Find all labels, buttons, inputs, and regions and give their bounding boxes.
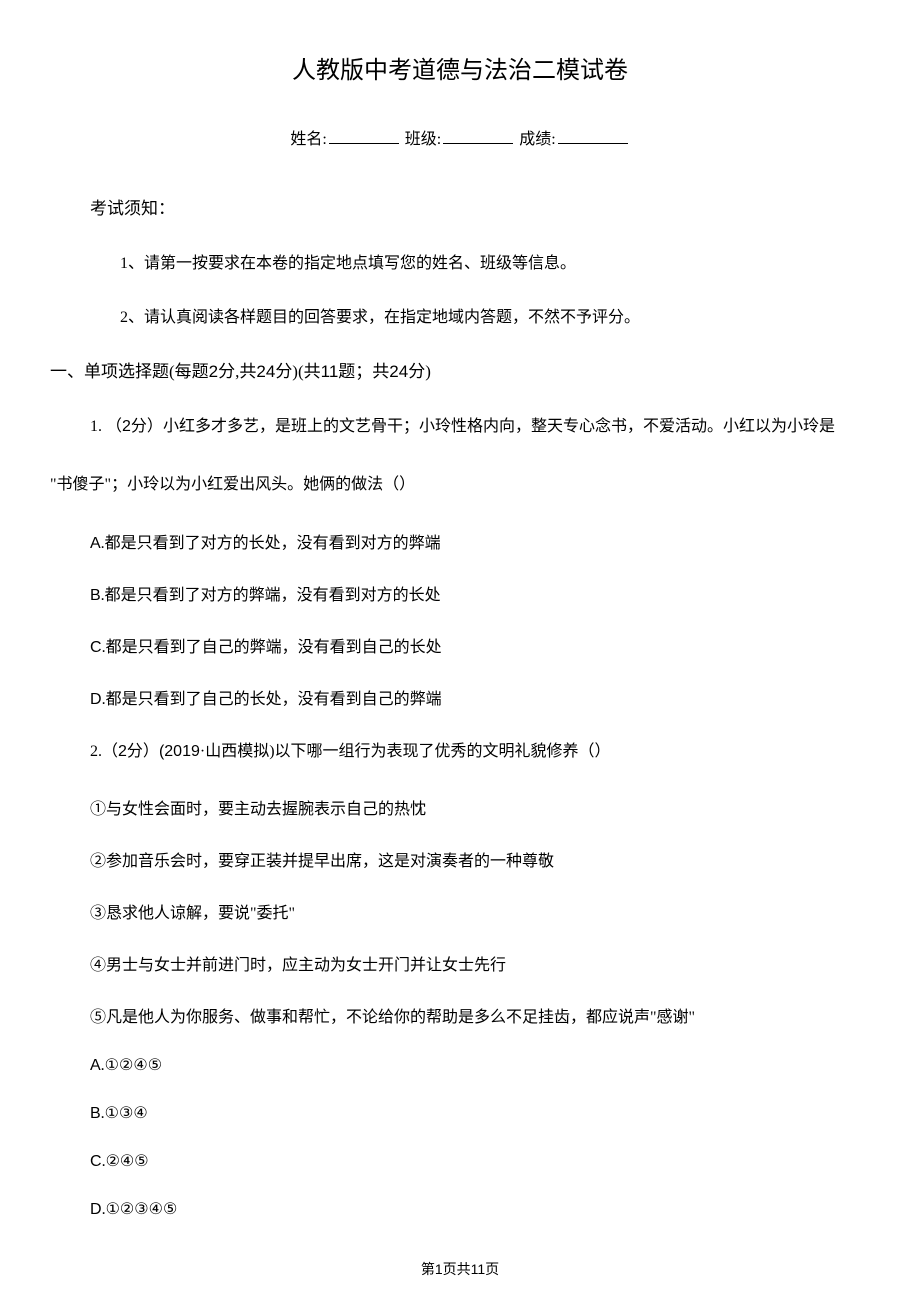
q2-option-d[interactable]: D.①②③④⑤ (90, 1199, 860, 1219)
option-text: .①②③④⑤ (102, 1201, 178, 1218)
section-count: 11 (321, 362, 339, 381)
class-label: 班级: (405, 131, 441, 148)
page-title: 人教版中考道德与法治二模试卷 (60, 50, 860, 85)
q1-option-b[interactable]: B.都是只看到了对方的弊端，没有看到对方的长处 (90, 581, 860, 605)
q1-points: 2 (122, 418, 131, 435)
score-label: 成绩: (519, 131, 555, 148)
q2-option-c[interactable]: C.②④⑤ (90, 1151, 860, 1171)
option-letter: C (90, 1153, 102, 1170)
name-label: 姓名: (290, 131, 326, 148)
student-info-line: 姓名: 班级: 成绩: (60, 125, 860, 149)
q2-statement-2: ②参加音乐会时，要穿正装并提早出席，这是对演奏者的一种尊敬 (90, 847, 860, 871)
score-blank[interactable] (558, 127, 628, 144)
option-letter: B (90, 587, 101, 604)
section-prefix: 一、单项选择题(每题 (50, 362, 209, 381)
footer-current: 1 (435, 1261, 443, 1277)
q2-source-prefix: (2019 (159, 743, 200, 760)
option-letter: A (90, 1057, 101, 1074)
q1-num-suffix: 分） (131, 418, 163, 435)
option-text: .①③④ (101, 1105, 148, 1122)
section-total: 24 (256, 362, 275, 381)
option-text: .②④⑤ (102, 1153, 149, 1170)
class-blank[interactable] (443, 127, 513, 144)
q2-statement-3: ③恳求他人谅解，要说"委托" (90, 899, 860, 923)
q2-text: 以下哪一组行为表现了优秀的文明礼貌修养（） (275, 743, 611, 760)
option-text: .都是只看到了对方的长处，没有看到对方的弊端 (101, 535, 441, 552)
q2-num-prefix: 2.（ (90, 743, 118, 760)
q2-points: 2 (118, 743, 127, 760)
q2-option-b[interactable]: B.①③④ (90, 1103, 860, 1123)
question-1-stem-cont: "书傻子"；小玲以为小红爱出风头。她俩的做法（） (50, 470, 860, 500)
section-mid2: 分)(共 (275, 362, 320, 381)
section-suffix: 分) (408, 362, 431, 381)
name-blank[interactable] (329, 127, 399, 144)
notice-item-1: 1、请第一按要求在本卷的指定地点填写您的姓名、班级等信息。 (120, 249, 860, 273)
q1-num-prefix: 1. （ (90, 418, 122, 435)
q2-num-suffix: 分） (127, 743, 159, 760)
question-1-stem: 1. （2分）小红多才多艺，是班上的文艺骨干；小玲性格内向，整天专心念书，不爱活… (90, 412, 860, 442)
section-mid1: 分,共 (218, 362, 256, 381)
q2-statement-4: ④男士与女士并前进门时，应主动为女士开门并让女士先行 (90, 951, 860, 975)
footer-prefix: 第 (421, 1263, 435, 1278)
option-letter: D (90, 691, 102, 708)
page-footer: 第1页共11页 (60, 1259, 860, 1279)
option-text: .都是只看到了自己的长处，没有看到自己的弊端 (102, 691, 442, 708)
option-letter: B (90, 1105, 101, 1122)
footer-mid: 页共 (443, 1263, 471, 1278)
question-2-stem: 2.（2分）(2019·山西模拟)以下哪一组行为表现了优秀的文明礼貌修养（） (90, 737, 860, 767)
option-text: .都是只看到了自己的弊端，没有看到自己的长处 (102, 639, 442, 656)
footer-total: 11 (471, 1261, 486, 1277)
q2-option-a[interactable]: A.①②④⑤ (90, 1055, 860, 1075)
section-points-per: 2 (209, 362, 218, 381)
q1-option-c[interactable]: C.都是只看到了自己的弊端，没有看到自己的长处 (90, 633, 860, 657)
section-mid3: 题；共 (338, 362, 389, 381)
q1-option-a[interactable]: A.都是只看到了对方的长处，没有看到对方的弊端 (90, 529, 860, 553)
section-header: 一、单项选择题(每题2分,共24分)(共11题；共24分) (50, 357, 860, 382)
footer-suffix: 页 (485, 1263, 499, 1278)
section-total2: 24 (389, 362, 408, 381)
q1-option-d[interactable]: D.都是只看到了自己的长处，没有看到自己的弊端 (90, 685, 860, 709)
notice-item-2: 2、请认真阅读各样题目的回答要求，在指定地域内答题，不然不予评分。 (120, 303, 860, 327)
q2-statement-1: ①与女性会面时，要主动去握腕表示自己的热忱 (90, 795, 860, 819)
option-text: .都是只看到了对方的弊端，没有看到对方的长处 (101, 587, 441, 604)
option-letter: C (90, 639, 102, 656)
notice-header: 考试须知： (90, 194, 860, 219)
q2-source-suffix: ·山西模拟) (200, 743, 275, 760)
document-page: 人教版中考道德与法治二模试卷 姓名: 班级: 成绩: 考试须知： 1、请第一按要… (0, 0, 920, 1309)
q2-statement-5: ⑤凡是他人为你服务、做事和帮忙，不论给你的帮助是多么不足挂齿，都应说声"感谢" (90, 1003, 860, 1027)
option-letter: A (90, 535, 101, 552)
q1-text-1: 小红多才多艺，是班上的文艺骨干；小玲性格内向，整天专心念书，不爱活动。小红以为小… (163, 418, 835, 435)
option-text: .①②④⑤ (101, 1057, 162, 1074)
option-letter: D (90, 1201, 102, 1218)
